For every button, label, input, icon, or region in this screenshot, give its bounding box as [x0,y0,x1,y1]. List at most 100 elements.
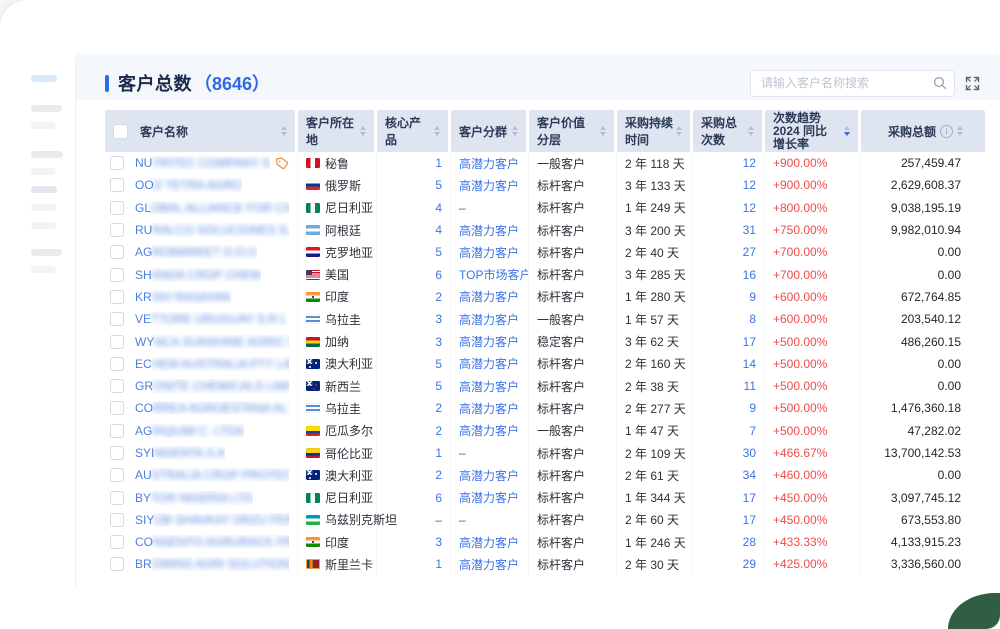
customer-name-link[interactable]: RURALCO SOLUCIONES S.A [135,223,289,237]
purchase-count[interactable]: 31 [743,223,756,237]
segment-link[interactable]: 高潜力客户 [459,467,519,484]
purchase-count[interactable]: 12 [743,201,756,215]
customer-name-link[interactable]: SHANDA CROP CHEM [135,268,261,282]
purchase-count[interactable]: 9 [749,290,756,304]
core-products-count[interactable]: 2 [435,401,442,415]
customer-name-link[interactable]: NUTRITEC COMPANY S.A.C [135,156,270,170]
customer-name-link[interactable]: CORREA AGROESTANA AL VAROR... [135,401,289,415]
purchase-count[interactable]: 34 [743,468,756,482]
sidebar-item[interactable] [31,122,56,129]
purchase-count[interactable]: 14 [743,357,756,371]
segment-link[interactable]: 高潜力客户 [459,222,519,239]
search-icon[interactable] [933,76,947,90]
row-checkbox[interactable] [110,312,124,326]
expand-icon[interactable] [965,76,980,91]
sidebar-item[interactable] [31,204,56,211]
info-icon[interactable] [940,125,953,138]
segment-link[interactable]: 高潜力客户 [459,556,519,573]
column-header-tier[interactable]: 客户价值分层 [529,110,617,152]
segment-link[interactable]: 高潜力客户 [459,177,519,194]
core-products-count[interactable]: 1 [435,156,442,170]
segment-link[interactable]: 高潜力客户 [459,534,519,551]
customer-name-link[interactable]: CONSENTO AGRURACK PRIVATE ... [135,535,289,549]
customer-name-link[interactable]: SYINGENTA S.A [135,446,225,460]
sort-carets[interactable] [360,126,366,136]
segment-link[interactable]: 高潜力客户 [459,355,519,372]
customer-name-link[interactable]: BROWINS AGRI SOLUTIONS PVTLTD [135,557,289,571]
customer-name-link[interactable]: BYTOR NIGERIA LTD [135,491,253,505]
row-checkbox[interactable] [110,245,124,259]
row-checkbox[interactable] [110,357,124,371]
core-products-count[interactable]: 3 [435,535,442,549]
purchase-count[interactable]: 11 [744,379,756,393]
purchase-count[interactable]: 27 [743,245,756,259]
purchase-count[interactable]: 12 [743,178,756,192]
column-header-location[interactable]: 客户所在地 [298,110,377,152]
customer-name-link[interactable]: AUSTRALIA CROP PROTECTIONP... [135,468,289,482]
core-products-count[interactable]: 3 [435,312,442,326]
segment-link[interactable]: 高潜力客户 [459,422,519,439]
purchase-count[interactable]: 29 [743,557,756,571]
sidebar-item[interactable] [31,75,57,82]
sort-carets[interactable] [512,126,518,136]
core-products-count[interactable]: 4 [435,201,442,215]
sidebar-item[interactable] [31,266,56,273]
core-products-count[interactable]: 2 [435,468,442,482]
sort-carets[interactable] [676,126,682,136]
purchase-count[interactable]: 16 [743,268,756,282]
customer-name-link[interactable]: AGROMARKET D.O.O [135,245,257,259]
row-checkbox[interactable] [110,468,124,482]
core-products-count[interactable]: 1 [435,557,442,571]
sort-carets-active[interactable] [844,126,850,136]
core-products-count[interactable]: 5 [435,357,442,371]
segment-link[interactable]: TOP市场客户 [459,266,529,283]
core-products-count[interactable]: – [435,513,442,527]
purchase-count[interactable]: 9 [749,401,756,415]
core-products-count[interactable]: 4 [435,223,442,237]
search-input[interactable] [750,70,955,97]
sort-carets[interactable] [281,126,287,136]
row-checkbox[interactable] [110,379,124,393]
purchase-count[interactable]: 17 [743,513,756,527]
row-checkbox[interactable] [110,201,124,215]
row-checkbox[interactable] [110,446,124,460]
select-all-checkbox[interactable] [113,124,128,139]
sort-carets[interactable] [748,126,754,136]
sort-carets[interactable] [434,126,440,136]
row-checkbox[interactable] [110,401,124,415]
purchase-count[interactable]: 17 [743,491,756,505]
core-products-count[interactable]: 5 [435,245,442,259]
row-checkbox[interactable] [110,290,124,304]
customer-name-link[interactable]: GRONITE CHEMICALS LIMITED [135,379,289,393]
segment-link[interactable]: 高潜力客户 [459,489,519,506]
row-checkbox[interactable] [110,223,124,237]
segment-link[interactable]: – [459,446,466,460]
core-products-count[interactable]: 6 [435,491,442,505]
segment-link[interactable]: 高潜力客户 [459,378,519,395]
column-header-products[interactable]: 核心产品 [377,110,451,152]
sidebar-item[interactable] [31,249,62,256]
customer-name-link[interactable]: ECHEM AUSTRALIA PTY LIMITED [135,357,289,371]
row-checkbox[interactable] [110,178,124,192]
customer-name-link[interactable]: KRISH RASAYAN [135,290,231,304]
segment-link[interactable]: 高潜力客户 [459,155,519,172]
row-checkbox[interactable] [110,535,124,549]
row-checkbox[interactable] [110,268,124,282]
sidebar-item[interactable] [31,186,57,193]
customer-name-link[interactable]: WYNCA SUNSHINE AGRIC PRODU... [135,335,289,349]
column-header-amount[interactable]: 采购总额 [861,110,985,152]
core-products-count[interactable]: 1 [435,446,442,460]
segment-link[interactable]: 高潜力客户 [459,311,519,328]
customer-name-link[interactable]: OOD TETRA AGRO [135,178,242,192]
row-checkbox[interactable] [110,156,124,170]
sort-carets[interactable] [957,126,963,136]
sidebar-item[interactable] [31,168,56,175]
customer-name-link[interactable]: VETTORE URUGUAY S.R.L [135,312,287,326]
customer-name-link[interactable]: GLOBAL ALLIANCE FOR CHEMICA... [135,201,289,215]
segment-link[interactable]: 高潜力客户 [459,333,519,350]
segment-link[interactable]: 高潜力客户 [459,400,519,417]
core-products-count[interactable]: 3 [435,335,442,349]
row-checkbox[interactable] [110,513,124,527]
row-checkbox[interactable] [110,491,124,505]
column-header-trend[interactable]: 次数趋势 2024 同比增长率 [765,110,861,152]
